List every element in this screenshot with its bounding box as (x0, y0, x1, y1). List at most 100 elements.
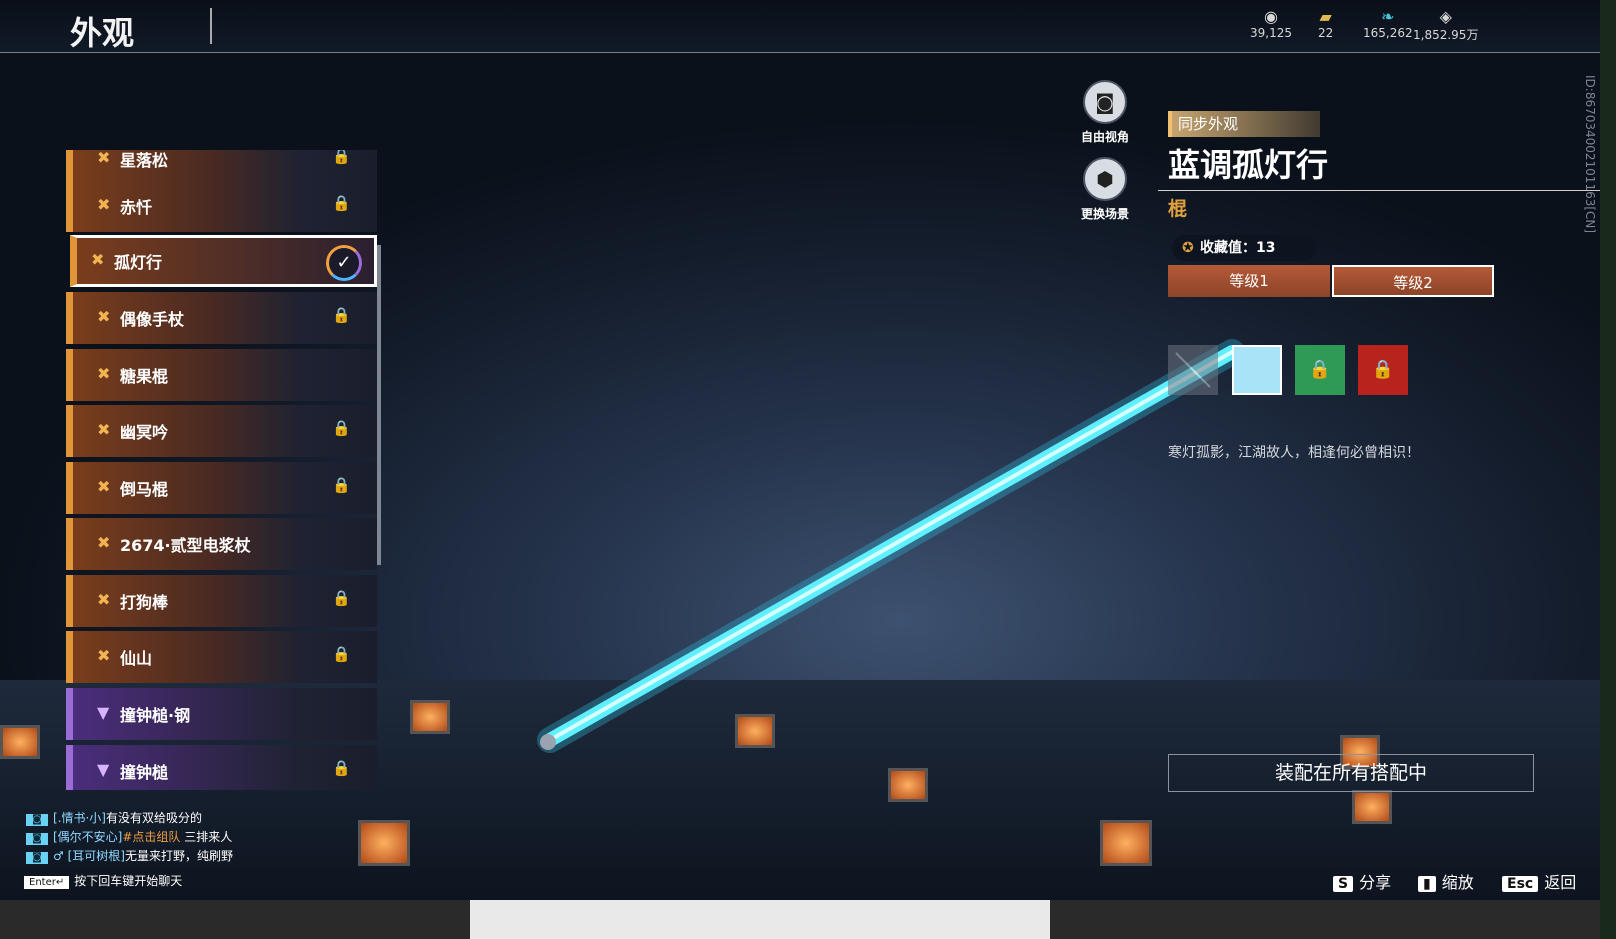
list-item[interactable]: ✖ 倒马棍 🔒 (66, 462, 377, 514)
floating-lantern (410, 700, 450, 734)
coin-icon: ◉ (1264, 7, 1278, 26)
esc-key-icon: Esc (1502, 876, 1539, 892)
currency-feather[interactable]: ❧ 165,262 (1363, 8, 1413, 41)
list-item[interactable]: ▼ 撞钟槌·钢 (66, 688, 377, 740)
equip-all-button[interactable]: 装配在所有搭配中 (1168, 754, 1534, 792)
chat-team-link[interactable]: #点击组队 (122, 830, 180, 844)
lock-icon: 🔒 (332, 419, 351, 437)
color-swatch-none[interactable] (1168, 345, 1218, 395)
chat-message: 三排来人 (184, 830, 233, 844)
list-item[interactable]: ✖ 糖果棍 (66, 349, 377, 401)
item-category: 棍 (1168, 198, 1188, 220)
staff-type-icon: ✖ (97, 533, 111, 552)
item-description: 寒灯孤影，江湖故人，相逢何必曾相识！ (1168, 445, 1420, 461)
list-item[interactable]: ✖ 幽冥吟 🔒 (66, 405, 377, 457)
hint-label: 缩放 (1441, 873, 1474, 892)
currency-value: 1,852.95万 (1413, 28, 1479, 42)
sync-appearance-tag[interactable]: 同步外观 (1168, 111, 1320, 137)
staff-type-icon: ✖ (97, 307, 111, 326)
floating-lantern (0, 725, 40, 759)
s-key-icon: S (1333, 876, 1354, 892)
item-label: 糖果棍 (120, 367, 169, 386)
none-slash-icon (1175, 352, 1211, 388)
item-label: 幽冥吟 (120, 423, 169, 442)
list-item[interactable]: ✖ 打狗棒 🔒 (66, 575, 377, 627)
list-item-selected[interactable]: ✖ 孤灯行 ✓ (70, 235, 377, 287)
item-label: 孤灯行 (114, 253, 163, 272)
hint-label: 返回 (1544, 873, 1577, 892)
lock-icon: 🔒 (332, 194, 351, 212)
color-swatch-blue[interactable] (1232, 345, 1282, 395)
currency-ticket[interactable]: ▰ 22 (1318, 7, 1333, 41)
list-item[interactable]: ✖ 赤忏 🔒 (66, 180, 377, 232)
diamond-icon: ◈ (1439, 7, 1452, 26)
chat-sender[interactable]: [偶尔不安心] (53, 830, 122, 844)
free-view-button[interactable]: ◙ 自由视角 (1072, 80, 1138, 145)
lock-icon: 🔒 (332, 306, 351, 324)
floating-lantern (1100, 820, 1152, 866)
chat-hint-text: 按下回车键开始聊天 (74, 874, 183, 888)
level-2-tab[interactable]: 等级2 (1332, 265, 1494, 297)
staff-type-icon: ✖ (97, 364, 111, 383)
staff-type-icon: ▼ (97, 703, 110, 722)
male-icon: ♂ (53, 849, 68, 863)
currency-value: 39,125 (1250, 26, 1292, 40)
appearance-list[interactable]: ✖ 星落松 🔒 ✖ 赤忏 🔒 ✖ 孤灯行 ✓ ✖ 偶像手杖 🔒 ✖ 糖果棍 ✖ … (66, 150, 386, 790)
chat-message: 无量来打野，纯刷野 (124, 849, 233, 863)
zoom-hint[interactable]: ▮ 缩放 (1418, 869, 1474, 893)
item-label: 星落松 (120, 151, 169, 170)
chat-message: 有没有双给吸分的 (106, 811, 203, 825)
floating-lantern (735, 714, 775, 748)
ticket-icon: ▰ (1319, 7, 1332, 26)
staff-type-icon: ✖ (97, 646, 111, 665)
level-1-tab[interactable]: 等级1 (1168, 265, 1330, 297)
list-item[interactable]: ✖ 偶像手杖 🔒 (66, 292, 377, 344)
title-divider (210, 8, 212, 44)
list-item[interactable]: ✖ 2674·贰型电浆杖 (66, 518, 377, 570)
item-label: 撞钟槌 (120, 763, 169, 782)
lock-icon: 🔒 (1371, 359, 1395, 380)
item-label: 2674·贰型电浆杖 (120, 536, 251, 555)
free-view-label: 自由视角 (1080, 130, 1129, 144)
staff-type-icon: ✖ (97, 420, 111, 439)
change-scene-button[interactable]: ⬢ 更换场景 (1072, 157, 1138, 222)
chat-line: ◙ ♂ [耳可树根]无量来打野，纯刷野 (26, 847, 233, 864)
item-label: 赤忏 (120, 198, 153, 217)
camera-icon: ◙ (1083, 80, 1127, 124)
currency-value: 165,262 (1363, 26, 1413, 40)
color-swatch-green-locked[interactable]: 🔒 (1295, 345, 1345, 395)
currency-diamond[interactable]: ◈ 1,852.95万 (1413, 8, 1478, 43)
lock-icon: 🔒 (332, 476, 351, 494)
list-scrollbar[interactable] (377, 245, 381, 565)
player-id: ID:867034002101163[CN] (1583, 75, 1597, 234)
staff-type-icon: ✖ (91, 250, 105, 269)
title-divider (1158, 190, 1600, 191)
change-scene-label: 更换场景 (1080, 207, 1129, 221)
collection-value-badge: ✪ 收藏值：13 (1172, 235, 1317, 261)
bottom-strip (0, 900, 1616, 939)
staff-type-icon: ▼ (97, 760, 110, 779)
floating-lantern (888, 768, 928, 802)
item-label: 撞钟槌·钢 (120, 706, 191, 725)
share-hint[interactable]: S 分享 (1333, 869, 1391, 893)
list-item[interactable]: ▼ 撞钟槌 🔒 (66, 745, 377, 790)
enter-key-icon: Enter↵ (24, 876, 70, 889)
chat-sender[interactable]: [耳可树根] (68, 849, 125, 863)
currency-coin[interactable]: ◉ 39,125 (1250, 7, 1292, 41)
lock-icon: 🔒 (1308, 359, 1332, 380)
back-hint[interactable]: Esc 返回 (1502, 869, 1576, 893)
item-label: 倒马棍 (120, 480, 169, 499)
chat-channel-icon: ◙ (26, 814, 48, 826)
color-swatch-red-locked[interactable]: 🔒 (1358, 345, 1408, 395)
staff-type-icon: ✖ (97, 150, 111, 167)
chat-sender[interactable]: [.情书·小] (53, 811, 106, 825)
scene-cube-icon: ⬢ (1083, 157, 1127, 201)
list-item[interactable]: ✖ 仙山 🔒 (66, 631, 377, 683)
lock-icon: 🔒 (332, 150, 351, 165)
hint-label: 分享 (1359, 873, 1392, 892)
right-strip (1600, 0, 1616, 939)
page-title: 外观 (70, 14, 135, 52)
item-name: 蓝调孤灯行 (1168, 146, 1329, 184)
collection-value: 收藏值：13 (1200, 240, 1276, 256)
chat-input-hint[interactable]: Enter↵ 按下回车键开始聊天 (24, 872, 182, 889)
